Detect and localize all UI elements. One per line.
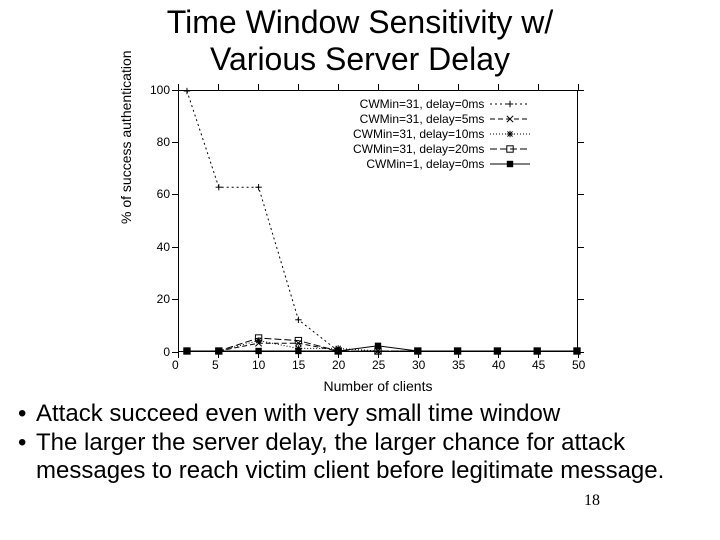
- legend-swatch: [490, 128, 530, 140]
- legend-label: CWMin=1, delay=0ms: [366, 157, 484, 172]
- page-number: 18: [584, 492, 600, 510]
- x-tick-label: 35: [452, 358, 465, 372]
- x-tick-label: 45: [532, 358, 545, 372]
- x-tick-label: 50: [572, 358, 585, 372]
- chart: % of success authentication CWMin=31, de…: [120, 84, 600, 394]
- x-axis-label: Number of clients: [178, 378, 578, 394]
- x-tick-label: 25: [372, 358, 385, 372]
- legend-label: CWMin=31, delay=20ms: [353, 142, 484, 157]
- legend-swatch: [490, 113, 530, 125]
- title-line-2: Various Server Delay: [210, 41, 510, 77]
- y-tick-label: 40: [157, 240, 170, 254]
- x-tick-label: 30: [412, 358, 425, 372]
- legend-entry: CWMin=31, delay=0ms: [353, 97, 530, 112]
- legend-entry: CWMin=1, delay=0ms: [353, 157, 530, 172]
- legend-swatch: [490, 158, 530, 170]
- legend-label: CWMin=31, delay=10ms: [353, 127, 484, 142]
- bullet-1: Attack succeed even with very small time…: [36, 400, 702, 428]
- legend-entry: CWMin=31, delay=10ms: [353, 127, 530, 142]
- x-tick-label: 0: [172, 358, 179, 372]
- bullet-2: The larger the server delay, the larger …: [36, 429, 702, 484]
- y-tick-label: 80: [157, 135, 170, 149]
- x-tick-label: 10: [252, 358, 265, 372]
- legend: CWMin=31, delay=0msCWMin=31, delay=5msCW…: [349, 95, 534, 174]
- x-tick-label: 5: [212, 358, 219, 372]
- legend-swatch: [490, 98, 530, 110]
- legend-entry: CWMin=31, delay=5ms: [353, 112, 530, 127]
- y-tick-label: 20: [157, 292, 170, 306]
- page-title: Time Window Sensitivity w/ Various Serve…: [0, 0, 720, 78]
- legend-label: CWMin=31, delay=5ms: [360, 112, 485, 127]
- x-tick-label: 20: [332, 358, 345, 372]
- title-line-1: Time Window Sensitivity w/: [167, 4, 553, 40]
- x-tick-label: 15: [292, 358, 305, 372]
- x-tick-label: 40: [492, 358, 505, 372]
- legend-swatch: [490, 143, 530, 155]
- bullet-list: Attack succeed even with very small time…: [0, 400, 720, 485]
- y-tick-label: 100: [150, 83, 170, 97]
- y-axis-label: % of success authentication: [118, 50, 134, 224]
- y-tick-label: 60: [157, 187, 170, 201]
- plot-area: CWMin=31, delay=0msCWMin=31, delay=5msCW…: [178, 90, 578, 352]
- legend-label: CWMin=31, delay=0ms: [360, 97, 485, 112]
- legend-entry: CWMin=31, delay=20ms: [353, 142, 530, 157]
- y-tick-label: 0: [163, 345, 170, 359]
